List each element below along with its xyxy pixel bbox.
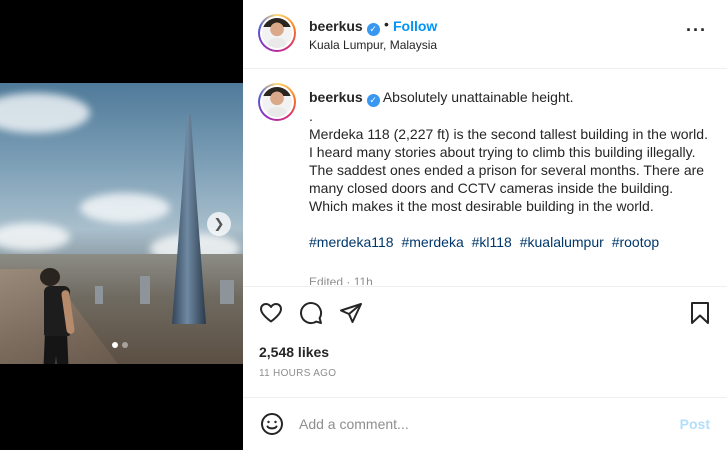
emoji-button[interactable] xyxy=(260,412,284,441)
more-horizontal-icon: ··· xyxy=(686,20,707,40)
cloud xyxy=(0,223,70,251)
post-location[interactable]: Kuala Lumpur, Malaysia xyxy=(309,38,437,52)
save-button[interactable] xyxy=(689,301,711,330)
avatar[interactable] xyxy=(258,83,296,121)
cloud xyxy=(80,193,170,223)
author-username[interactable]: beerkus ✓ xyxy=(309,18,380,36)
hashtag-list: #merdeka118 #merdeka #kl118 #kualalumpur… xyxy=(309,233,709,251)
building xyxy=(95,286,103,304)
verified-badge-icon: ✓ xyxy=(366,23,380,36)
building xyxy=(140,276,150,304)
caption-area[interactable]: beerkus ✓ Absolutely unattainable height.… xyxy=(243,70,727,285)
caption-username[interactable]: beerkus xyxy=(309,89,363,105)
carousel-next-button[interactable]: ❯ xyxy=(207,212,231,236)
follow-button[interactable]: Follow xyxy=(393,18,437,34)
building xyxy=(220,280,234,304)
carousel-indicator xyxy=(112,342,128,348)
caption-body: Merdeka 118 (2,227 ft) is the second tal… xyxy=(309,126,708,214)
media-area: ❯ xyxy=(0,0,243,450)
merdeka-tower xyxy=(172,114,206,324)
post-comment-button[interactable]: Post xyxy=(680,416,710,432)
post-header: beerkus ✓ • Follow Kuala Lumpur, Malaysia… xyxy=(243,0,727,69)
post-panel: beerkus ✓ • Follow Kuala Lumpur, Malaysia… xyxy=(243,0,727,450)
hashtag-link[interactable]: #merdeka xyxy=(401,234,463,250)
avatar[interactable] xyxy=(258,14,296,52)
verified-badge-icon: ✓ xyxy=(366,94,380,107)
edited-label: Edited · 11h xyxy=(309,275,373,285)
comment-input[interactable] xyxy=(299,414,659,434)
carousel-dot-active xyxy=(112,342,118,348)
chevron-right-icon: ❯ xyxy=(213,216,225,231)
caption-first-line: Absolutely unattainable height. xyxy=(382,89,574,105)
more-options-button[interactable]: ··· xyxy=(686,21,707,39)
hashtag-link[interactable]: #kl118 xyxy=(472,234,512,250)
bookmark-icon xyxy=(691,302,709,324)
send-icon xyxy=(340,303,362,323)
comment-icon xyxy=(300,302,323,325)
hashtag-link[interactable]: #rootop xyxy=(612,234,659,250)
like-button[interactable] xyxy=(259,301,283,330)
cloud xyxy=(0,93,90,133)
post-timestamp[interactable]: 11 HOURS AGO xyxy=(259,368,336,379)
action-bar: 2,548 likes 11 HOURS AGO xyxy=(243,286,727,406)
heart-icon xyxy=(260,303,282,323)
hashtag-link[interactable]: #merdeka118 xyxy=(309,234,394,250)
like-count[interactable]: 2,548 likes xyxy=(259,344,329,360)
caption-dot-line: . xyxy=(309,108,313,124)
share-button[interactable] xyxy=(339,301,363,330)
smiley-icon xyxy=(261,413,283,435)
person-figure xyxy=(36,268,76,364)
separator-dot: • xyxy=(384,16,389,32)
comment-button[interactable] xyxy=(299,301,323,330)
hashtag-link[interactable]: #kualalumpur xyxy=(520,234,604,250)
carousel-dot xyxy=(122,342,128,348)
comment-bar: Post xyxy=(243,397,727,450)
caption-text: beerkus ✓ Absolutely unattainable height.… xyxy=(309,88,709,251)
